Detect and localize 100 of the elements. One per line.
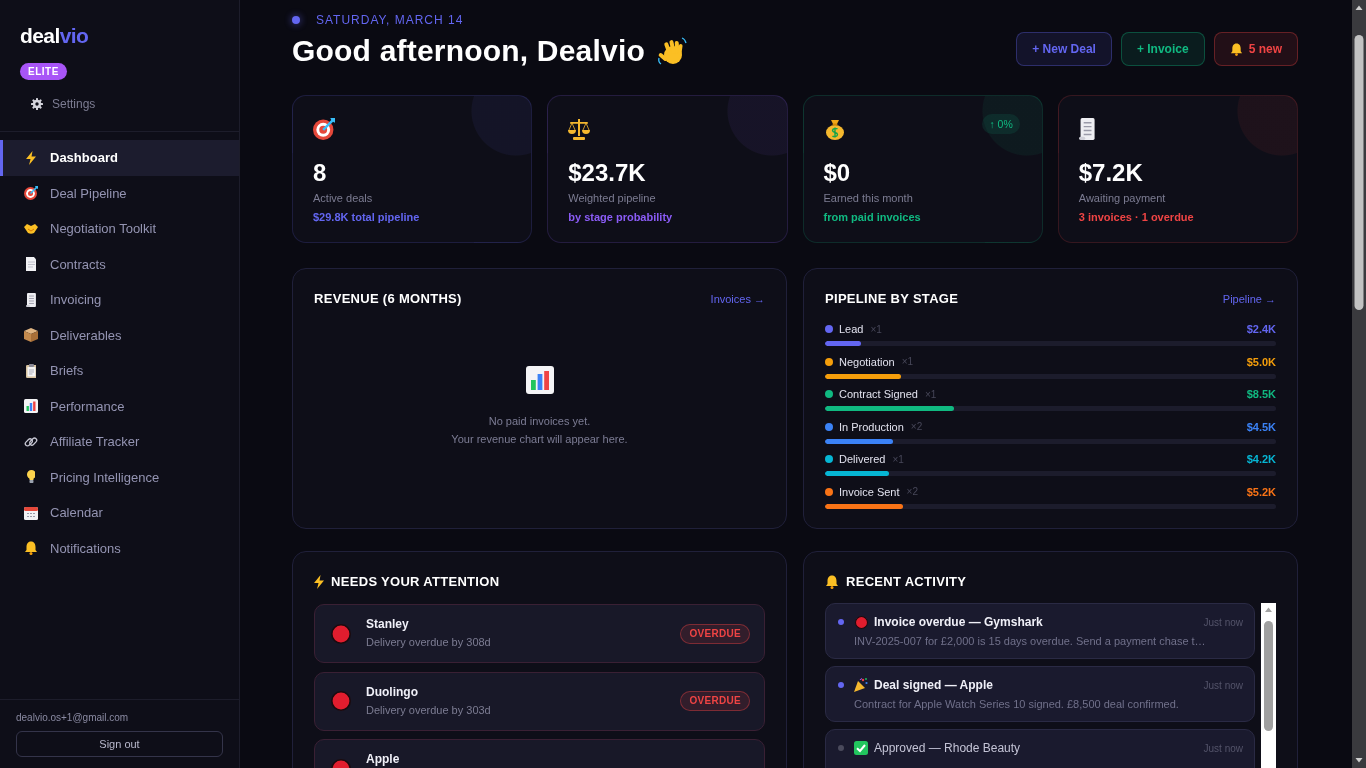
stage-count: ×2: [906, 486, 918, 497]
circle-icon: [331, 691, 351, 711]
stage-count: ×1: [870, 323, 882, 335]
greeting-title: Good afternoon, Dealvio: [292, 33, 645, 69]
handshake-icon: [24, 223, 38, 234]
stat-note: $29.8K total pipeline: [313, 210, 421, 225]
package-icon: [24, 328, 38, 343]
add-button[interactable]: + Invoice: [1120, 32, 1205, 66]
activity-detail: INV-2025-007 for £2,000 is 15 days overdue. Send a payment chase t…: [853, 634, 1207, 649]
calendar-icon: [24, 505, 38, 520]
date-label: SATURDAY, MARCH 14: [316, 13, 464, 27]
target-icon: [24, 186, 38, 201]
stat-value: $23.7K: [568, 159, 647, 187]
plan-badge: ELITE: [20, 63, 67, 80]
document-icon: [25, 257, 37, 272]
stat-note: 3 invoices · 1 overdue: [1078, 210, 1195, 225]
nav-item[interactable]: Negotiation Toolkit: [0, 211, 239, 247]
nav-item[interactable]: Contracts: [0, 246, 239, 282]
circle-icon: [854, 615, 868, 629]
activity-detail: Contract for Apple Watch Series 10 signed. £8,500 deal confirmed.: [853, 697, 1180, 712]
stage-count: ×2: [910, 421, 923, 432]
account-email: dealvio.os+1@gmail.com: [16, 711, 129, 725]
status-badge: OVERDUE: [680, 623, 750, 644]
circle-icon: [331, 623, 351, 644]
activity-title: Approved — Rhode Beauty: [874, 741, 1021, 755]
stage-count: ×1: [892, 453, 904, 465]
settings-icon: [31, 98, 43, 110]
alert-detail: Delivery overdue by 308d: [366, 635, 491, 650]
stat-label: Active deals: [313, 191, 374, 206]
bar-chart-icon: [525, 365, 554, 394]
stage-name: Contract Signed: [839, 388, 918, 400]
stage-amount: $5.2K: [1246, 485, 1276, 498]
alert-detail: Delivery overdue by 303d: [366, 702, 491, 718]
stage-name: Negotiation: [839, 355, 895, 368]
empty-state-text: Your revenue chart will appear here.: [451, 431, 628, 447]
alert-item[interactable]: Duolingo Delivery overdue by 303d OVERDUE: [314, 671, 765, 731]
stat-label: Earned this month: [823, 191, 914, 206]
party-popper-icon: [854, 678, 868, 692]
nav-item[interactable]: Invoicing: [0, 282, 239, 318]
alert-item[interactable]: Apple: [314, 739, 765, 768]
scales-icon: [568, 118, 591, 140]
stage-amount: $2.4K: [1246, 323, 1276, 335]
stat-note: from paid invoices: [823, 210, 922, 225]
stage-name: Delivered: [839, 453, 886, 465]
alert-name: Duolingo: [366, 683, 419, 700]
empty-state-text: No paid invoices yet.: [488, 413, 591, 429]
bell-icon: [825, 575, 839, 589]
nav-item[interactable]: Notifications: [0, 530, 239, 566]
clipboard-icon: [25, 363, 37, 378]
bell-icon: [24, 541, 38, 556]
stage-amount: $5.0K: [1246, 355, 1276, 368]
receipt-icon: [25, 292, 37, 307]
alert-name: Stanley: [366, 616, 410, 632]
nav-item[interactable]: Performance: [0, 388, 239, 424]
logo: dealvio: [20, 24, 89, 48]
nav-item[interactable]: Deal Pipeline: [0, 175, 239, 211]
stage-count: ×1: [924, 388, 937, 400]
target-icon: [313, 118, 335, 140]
light-bulb-icon: [26, 470, 36, 485]
check-mark-icon: [854, 741, 868, 755]
nav-item[interactable]: Briefs: [0, 353, 239, 389]
nav-item[interactable]: Pricing Intelligence: [0, 459, 239, 495]
card-title: RECENT ACTIVITY: [846, 573, 967, 591]
nav-item[interactable]: Calendar: [0, 495, 239, 531]
stat-value: 8: [313, 159, 328, 187]
activity-title: Deal signed — Apple: [874, 678, 993, 692]
stat-value: $0: [823, 159, 852, 187]
card-title: NEEDS YOUR ATTENTION: [331, 573, 500, 591]
stage-name: Lead: [839, 323, 864, 335]
waving-hand-icon: [656, 36, 687, 66]
stat-label: Weighted pipeline: [568, 191, 657, 206]
nav-item[interactable]: Dashboard: [0, 140, 239, 176]
nav-item[interactable]: Deliverables: [0, 317, 239, 353]
stat-value: $7.2K: [1078, 159, 1144, 187]
lightning-bolt-icon: [25, 150, 37, 165]
stat-label: Awaiting payment: [1078, 191, 1167, 206]
stage-count: ×1: [901, 356, 914, 367]
change-badge: ↑ 0%: [982, 114, 1020, 134]
notifications-button[interactable]: 5 new: [1213, 32, 1298, 66]
stage-name: In Production: [839, 420, 904, 433]
card-title: PIPELINE BY STAGE: [825, 290, 959, 308]
stat-note: by stage probability: [568, 210, 674, 225]
alert-name: Apple: [366, 751, 400, 767]
settings-link[interactable]: Settings: [20, 96, 96, 112]
chain-link-icon: [24, 434, 38, 449]
sign-out-button[interactable]: Sign out: [16, 731, 223, 757]
pipeline-link[interactable]: Pipeline →: [1222, 293, 1276, 305]
nav-item[interactable]: Affiliate Tracker: [0, 424, 239, 460]
card-title: REVENUE (6 MONTHS): [314, 290, 462, 308]
receipt-icon: [1078, 118, 1096, 140]
money-bag-icon: [823, 118, 846, 140]
stage-amount: $4.2K: [1246, 453, 1276, 465]
add-button[interactable]: + New Deal: [1016, 32, 1112, 66]
stage-amount: $4.5K: [1246, 420, 1276, 433]
alert-item[interactable]: Stanley Delivery overdue by 308d OVERDUE: [314, 604, 765, 663]
stage-name: Invoice Sent: [839, 485, 900, 498]
invoices-link[interactable]: Invoices →: [710, 293, 765, 305]
lightning-bolt-icon: [314, 575, 325, 589]
bar-chart-icon: [24, 399, 38, 414]
activity-title: Invoice overdue — Gymshark: [874, 615, 1043, 629]
